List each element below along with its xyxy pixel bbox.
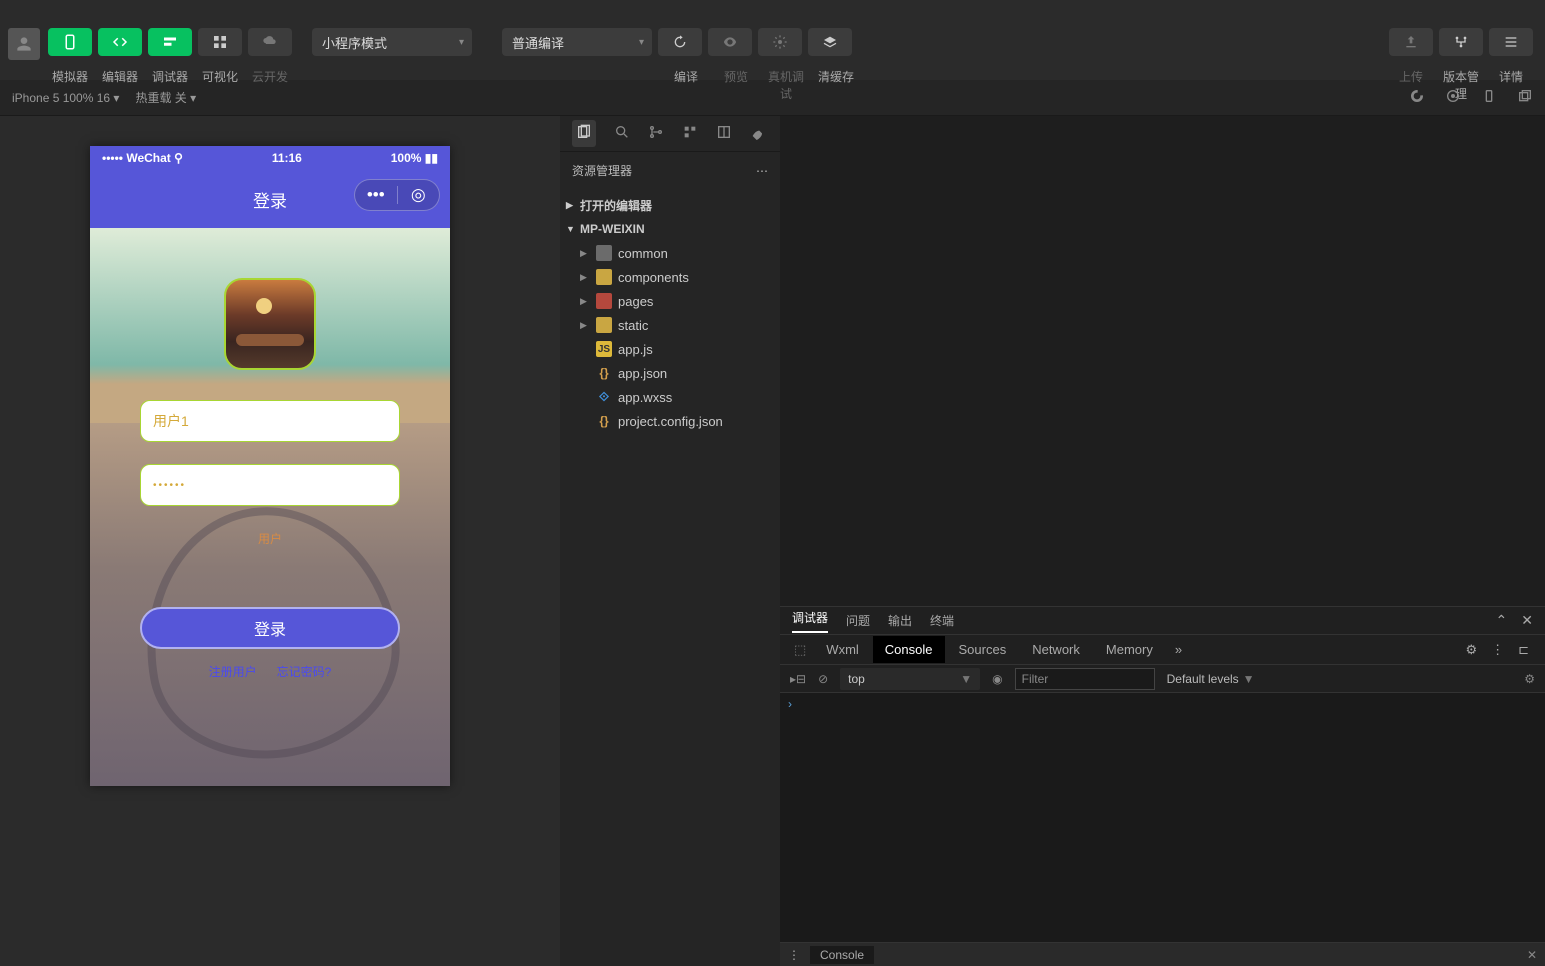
- simulator-label: 模拟器: [48, 68, 92, 85]
- clear-cache-label: 清缓存: [814, 68, 858, 102]
- popout-icon[interactable]: [1517, 88, 1533, 107]
- editor-label: 编辑器: [98, 68, 142, 85]
- preview-label: 预览: [714, 68, 758, 102]
- file-app-js[interactable]: JS app.js: [560, 337, 780, 361]
- console-sidebar-icon[interactable]: ▸⊟: [790, 672, 806, 686]
- folder-static[interactable]: ▶ static: [560, 313, 780, 337]
- folder-pages[interactable]: ▶ pages: [560, 289, 780, 313]
- drawer-close-icon[interactable]: ✕: [1527, 948, 1537, 962]
- explorer-pane: 资源管理器 ⋯ ▶ 打开的编辑器 ▼ MP-WEIXIN ▶ common ▶ …: [560, 116, 780, 966]
- main-toolbar: 模拟器 编辑器 调试器 可视化 云开发 小程序模式 普通编译: [0, 0, 1545, 80]
- panel-tab-network[interactable]: Network: [1020, 636, 1092, 663]
- compile-label: 编译: [664, 68, 708, 102]
- console-body[interactable]: ›: [780, 693, 1545, 942]
- login-button[interactable]: 登录: [140, 607, 400, 649]
- app-mode-value: 小程序模式: [322, 33, 387, 52]
- explorer-title: 资源管理器: [572, 162, 632, 179]
- battery-label: 100% ▮▮: [391, 151, 438, 165]
- carrier-label: ••••• WeChat ⚲: [102, 151, 183, 165]
- user-hint: 用户: [258, 530, 282, 547]
- simulator-pane: ••••• WeChat ⚲ 11:16 100% ▮▮ 登录 ••• ◎: [0, 116, 560, 966]
- compile-mode-dropdown[interactable]: 普通编译: [502, 28, 652, 56]
- dock-icon[interactable]: ⊏: [1518, 642, 1529, 658]
- live-expression-icon[interactable]: ◉: [992, 672, 1002, 686]
- panel-tab-memory[interactable]: Memory: [1094, 636, 1165, 663]
- files-view-icon[interactable]: [572, 120, 596, 147]
- devtools-tab-output[interactable]: 输出: [888, 612, 912, 629]
- search-view-icon[interactable]: [614, 124, 630, 143]
- console-settings-icon[interactable]: ⚙: [1524, 672, 1535, 686]
- user-avatar[interactable]: [8, 28, 40, 60]
- debugger-toggle[interactable]: [148, 28, 192, 56]
- drawer-tab-console[interactable]: Console: [810, 946, 874, 964]
- kebab-icon[interactable]: ⋮: [1491, 642, 1504, 658]
- forgot-password-link[interactable]: 忘记密码?: [277, 663, 332, 680]
- devtools-collapse-icon[interactable]: ⌃: [1496, 612, 1508, 629]
- settings-icon[interactable]: ⚙: [1465, 642, 1477, 658]
- cloud-dev-button[interactable]: [248, 28, 292, 56]
- remote-label: 真机调试: [764, 68, 808, 102]
- devtools-tab-terminal[interactable]: 终端: [930, 612, 954, 629]
- compile-mode-value: 普通编译: [512, 33, 564, 52]
- app-mode-dropdown[interactable]: 小程序模式: [312, 28, 472, 56]
- devtools-panel: 调试器 问题 输出 终端 ⌃ ✕ ⬚ Wxml Console Sources …: [780, 606, 1545, 966]
- visualize-button[interactable]: [198, 28, 242, 56]
- version-control-button[interactable]: [1439, 28, 1483, 56]
- capsule-menu: ••• ◎: [354, 179, 440, 211]
- panel-tab-sources[interactable]: Sources: [947, 636, 1019, 663]
- build-view-icon[interactable]: [750, 124, 766, 143]
- upload-button[interactable]: [1389, 28, 1433, 56]
- preview-button[interactable]: [708, 28, 752, 56]
- devtools-tab-problems[interactable]: 问题: [846, 612, 870, 629]
- phone-status-bar: ••••• WeChat ⚲ 11:16 100% ▮▮: [90, 146, 450, 170]
- devtools-close-icon[interactable]: ✕: [1521, 612, 1533, 629]
- details-button[interactable]: [1489, 28, 1533, 56]
- file-app-wxss[interactable]: ⟐ app.wxss: [560, 385, 780, 409]
- context-selector[interactable]: top▼: [840, 668, 980, 690]
- cloud-label: 云开发: [248, 68, 292, 85]
- remote-debug-button[interactable]: [758, 28, 802, 56]
- clear-console-icon[interactable]: ⊘: [818, 672, 828, 686]
- folder-common[interactable]: ▶ common: [560, 241, 780, 265]
- devtools-tab-debugger[interactable]: 调试器: [792, 609, 828, 633]
- refresh-icon[interactable]: [1409, 88, 1425, 107]
- login-avatar-image: [224, 278, 316, 370]
- inspect-icon[interactable]: ⬚: [788, 642, 812, 658]
- drawer-kebab-icon[interactable]: ⋮: [788, 948, 800, 962]
- editor-toggle[interactable]: [98, 28, 142, 56]
- folder-components[interactable]: ▶ components: [560, 265, 780, 289]
- register-link[interactable]: 注册用户: [209, 663, 257, 680]
- capsule-more-button[interactable]: •••: [355, 185, 397, 205]
- more-tabs-icon[interactable]: »: [1167, 642, 1190, 657]
- nav-title: 登录: [253, 187, 287, 212]
- visualize-label: 可视化: [198, 68, 242, 85]
- console-prompt: ›: [788, 697, 792, 711]
- simulator-toggle[interactable]: [48, 28, 92, 56]
- compile-button[interactable]: [658, 28, 702, 56]
- panel-tab-console[interactable]: Console: [873, 636, 945, 663]
- panel-tab-wxml[interactable]: Wxml: [814, 636, 871, 663]
- git-view-icon[interactable]: [648, 124, 664, 143]
- username-input[interactable]: 用户1: [140, 400, 400, 442]
- password-input[interactable]: ••••••: [140, 464, 400, 506]
- extensions-view-icon[interactable]: [682, 124, 698, 143]
- device-selector[interactable]: iPhone 5 100% 16 ▾: [12, 91, 119, 105]
- debugger-label: 调试器: [148, 68, 192, 85]
- hot-reload-toggle[interactable]: 热重载 关 ▾: [135, 89, 196, 106]
- device-icon[interactable]: [1481, 88, 1497, 107]
- log-level-selector[interactable]: Default levels▼: [1167, 672, 1255, 686]
- console-filter-input[interactable]: Filter: [1015, 668, 1155, 690]
- open-editors-section[interactable]: ▶ 打开的编辑器: [560, 193, 780, 217]
- project-section[interactable]: ▼ MP-WEIXIN: [560, 217, 780, 241]
- explorer-more-icon[interactable]: ⋯: [756, 164, 768, 178]
- clear-cache-button[interactable]: [808, 28, 852, 56]
- clock-label: 11:16: [272, 151, 302, 165]
- file-app-json[interactable]: {} app.json: [560, 361, 780, 385]
- file-project-config[interactable]: {} project.config.json: [560, 409, 780, 433]
- editor-area: [780, 116, 1545, 606]
- phone-simulator: ••••• WeChat ⚲ 11:16 100% ▮▮ 登录 ••• ◎: [90, 146, 450, 786]
- capsule-close-button[interactable]: ◎: [398, 185, 440, 205]
- layout-view-icon[interactable]: [716, 124, 732, 143]
- stop-icon[interactable]: [1445, 88, 1461, 107]
